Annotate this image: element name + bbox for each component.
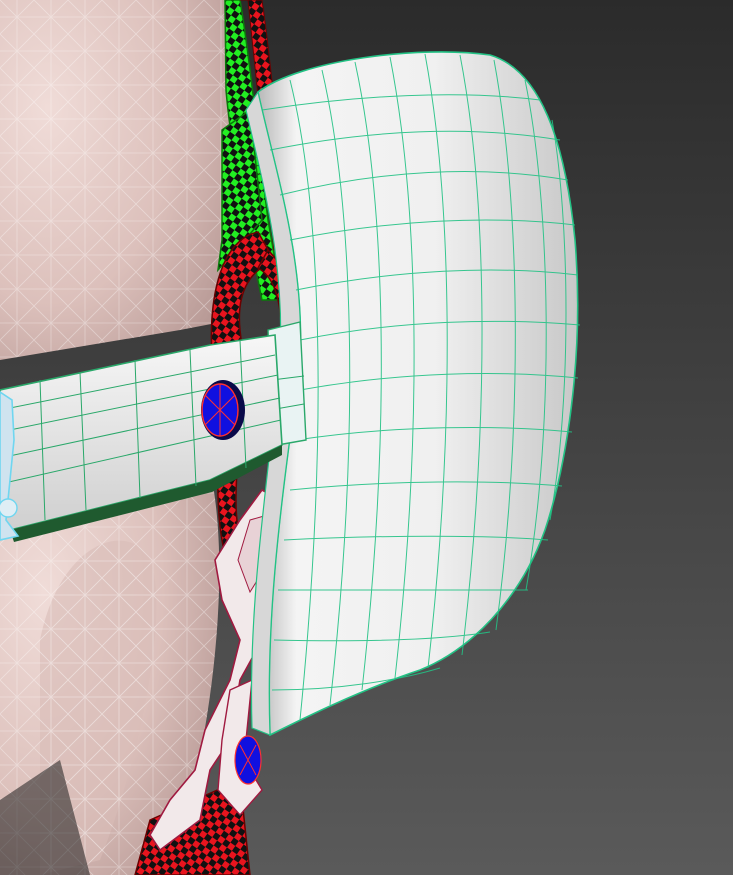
rivet-icon [201, 380, 245, 440]
viewport-canvas [0, 0, 733, 875]
rivet-lower-icon [234, 735, 262, 785]
3d-viewport[interactable] [0, 0, 733, 875]
